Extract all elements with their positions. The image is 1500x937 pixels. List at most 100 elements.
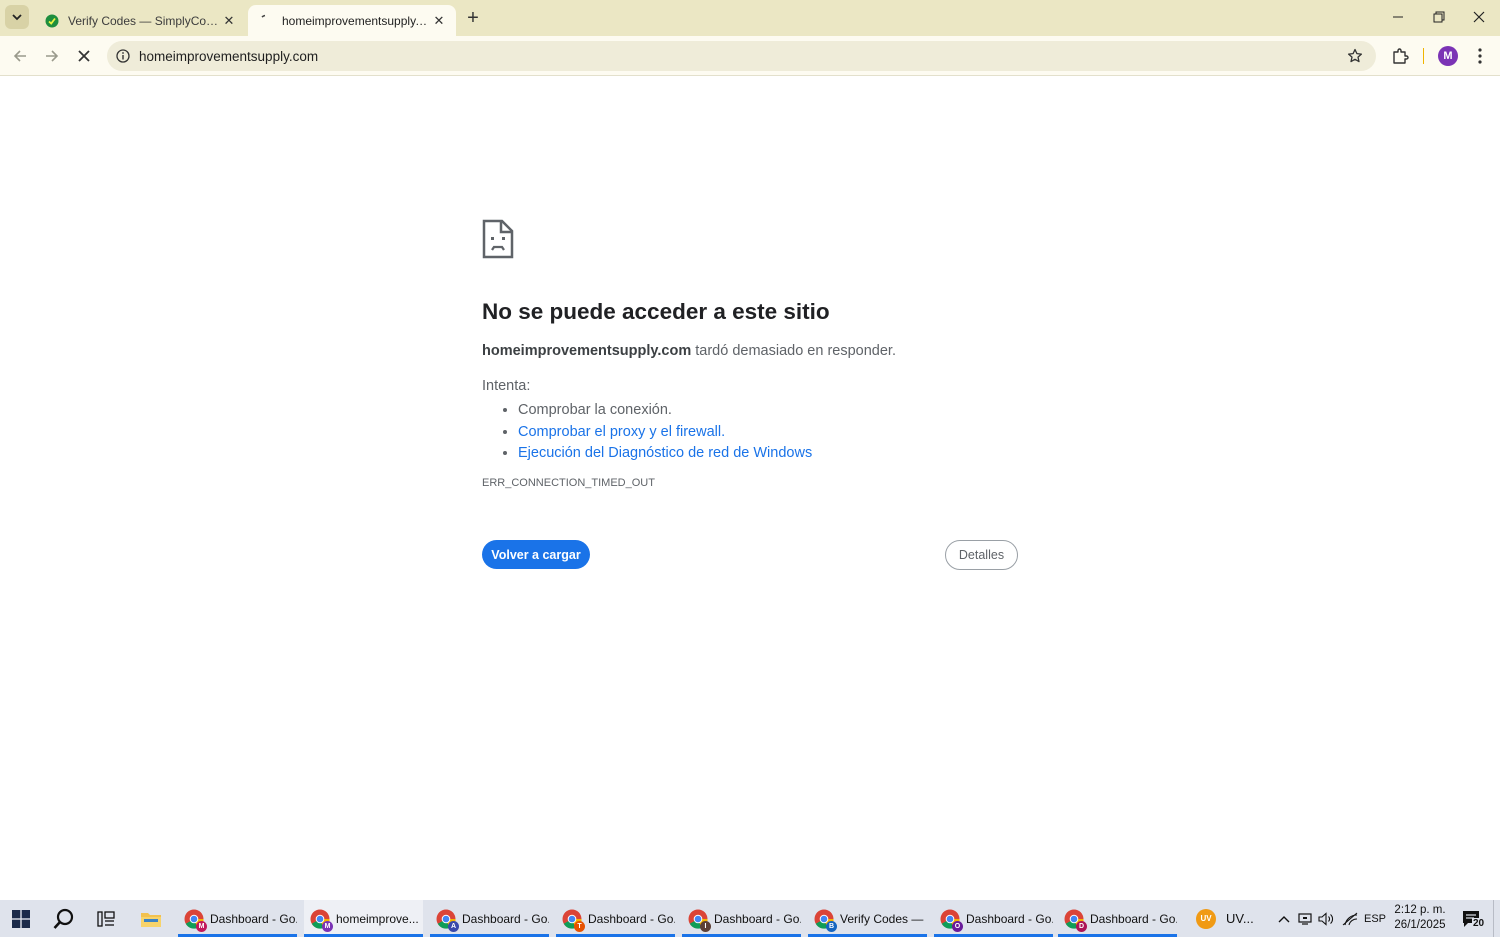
- try-label: Intenta:: [482, 378, 531, 394]
- meet-now-button[interactable]: [1296, 900, 1314, 937]
- tray-app-label: UV...: [1226, 911, 1254, 926]
- chevron-down-icon: [12, 14, 22, 21]
- close-tab-icon[interactable]: ✕: [219, 11, 239, 31]
- restore-button[interactable]: [1418, 0, 1460, 34]
- task-view-icon: [97, 910, 115, 927]
- error-code: ERR_CONNECTION_TIMED_OUT: [482, 477, 655, 489]
- minimize-icon: [1393, 16, 1403, 18]
- taskbar-app-dashboard-6[interactable]: D Dashboard - Go...: [1058, 900, 1177, 937]
- network-button[interactable]: [1340, 900, 1360, 937]
- taskbar-app-label: Verify Codes — ...: [840, 911, 927, 926]
- windows-logo-icon: [12, 909, 30, 928]
- error-container: No se puede acceder a este sitio homeimp…: [482, 219, 1022, 570]
- stop-x-icon: [78, 50, 90, 62]
- tab-homeimprovementsupply[interactable]: homeimprovementsupply.com ✕: [248, 5, 456, 36]
- chrome-icon: B: [814, 909, 837, 932]
- taskbar-app-verify-codes[interactable]: B Verify Codes — ...: [808, 900, 927, 937]
- taskbar-app-homeimprovement[interactable]: M homeimprove...: [304, 900, 423, 937]
- avatar: M: [1438, 46, 1458, 66]
- minimize-button[interactable]: [1377, 0, 1419, 34]
- taskbar-app-label: homeimprove...: [336, 911, 419, 926]
- tab-strip: Verify Codes — SimplyCodes ✕ homeimprove…: [0, 0, 1500, 36]
- taskbar-app-dashboard-3[interactable]: T Dashboard - Go...: [556, 900, 675, 937]
- close-icon: [1473, 11, 1485, 23]
- chevron-up-icon: [1278, 915, 1290, 922]
- tray-app-uv[interactable]: UV UV...: [1196, 900, 1266, 937]
- restore-icon: [1433, 11, 1445, 23]
- profile-badge: I: [700, 920, 711, 932]
- address-bar[interactable]: homeimprovementsupply.com: [107, 41, 1376, 71]
- close-tab-icon[interactable]: ✕: [429, 11, 449, 31]
- reload-button[interactable]: Volver a cargar: [482, 540, 590, 569]
- suggestion-check-proxy-link[interactable]: Comprobar el proxy y el firewall.: [518, 422, 812, 444]
- input-language-button[interactable]: ESP: [1362, 900, 1388, 937]
- task-view-button[interactable]: [85, 900, 127, 937]
- site-info-icon[interactable]: [115, 48, 131, 64]
- show-desktop-button[interactable]: [1493, 900, 1500, 937]
- bookmark-star-icon[interactable]: [1345, 46, 1365, 66]
- taskbar-app-dashboard-2[interactable]: A Dashboard - Go...: [430, 900, 549, 937]
- error-message: homeimprovementsupply.com tardó demasiad…: [482, 343, 896, 359]
- chrome-icon: M: [310, 909, 333, 932]
- suggestion-check-connection: Comprobar la conexión.: [518, 400, 812, 422]
- taskbar-app-dashboard-4[interactable]: I Dashboard - Go...: [682, 900, 801, 937]
- taskbar-app-dashboard-1[interactable]: M Dashboard - Go...: [178, 900, 297, 937]
- notification-count-badge: 20: [1472, 918, 1486, 930]
- back-button[interactable]: [6, 42, 34, 70]
- extensions-button[interactable]: [1388, 44, 1412, 68]
- loading-spinner-icon: [258, 13, 274, 29]
- toolbar-separator: [1423, 48, 1424, 64]
- clock-time: 2:12 p. m.: [1394, 904, 1446, 916]
- start-button[interactable]: [0, 900, 42, 937]
- show-hidden-icons-button[interactable]: [1274, 900, 1294, 937]
- profile-badge: M: [196, 920, 207, 932]
- file-explorer-button[interactable]: [130, 900, 172, 937]
- chrome-icon: D: [1064, 909, 1087, 932]
- browser-menu-button[interactable]: [1468, 44, 1492, 68]
- wifi-icon: [1342, 912, 1358, 925]
- error-message-text: tardó demasiado en responder.: [691, 343, 896, 359]
- search-icon: [53, 908, 74, 929]
- taskbar-app-label: Dashboard - Go...: [1090, 911, 1177, 926]
- taskbar-app-label: Dashboard - Go...: [966, 911, 1053, 926]
- speaker-icon: [1318, 911, 1333, 926]
- profile-badge: A: [448, 920, 459, 932]
- tab-title: homeimprovementsupply.com: [282, 13, 429, 28]
- uv-app-icon: UV: [1196, 908, 1216, 929]
- details-button[interactable]: Detalles: [945, 540, 1018, 570]
- clock[interactable]: 2:12 p. m. 26/1/2025: [1390, 903, 1450, 933]
- taskbar-app-label: Dashboard - Go...: [588, 911, 675, 926]
- suggestion-list: Comprobar la conexión. Comprobar el prox…: [518, 400, 812, 465]
- screen: Verify Codes — SimplyCodes ✕ homeimprove…: [0, 0, 1500, 937]
- error-host: homeimprovementsupply.com: [482, 343, 692, 359]
- search-button[interactable]: [43, 900, 85, 937]
- arrow-left-icon: [13, 50, 26, 62]
- notification-center-button[interactable]: 20: [1460, 908, 1486, 932]
- profile-button[interactable]: M: [1436, 44, 1460, 68]
- sad-page-icon: [482, 219, 514, 259]
- profile-badge: T: [574, 920, 585, 932]
- simplycodes-logo-icon: [44, 13, 60, 29]
- page-content: No se puede acceder a este sitio homeimp…: [0, 77, 1500, 900]
- arrow-right-icon: [46, 50, 59, 62]
- camera-icon: [1298, 912, 1312, 925]
- clock-date: 26/1/2025: [1394, 919, 1446, 931]
- taskbar-app-label: Dashboard - Go...: [210, 911, 297, 926]
- taskbar-app-label: Dashboard - Go...: [714, 911, 801, 926]
- profile-badge: M: [322, 920, 333, 932]
- suggestion-network-diagnostics-link[interactable]: Ejecución del Diagnóstico de red de Wind…: [518, 443, 812, 465]
- tab-search-button[interactable]: [5, 5, 29, 29]
- chrome-icon: M: [184, 909, 207, 932]
- chrome-icon: O: [940, 909, 963, 932]
- stop-loading-button[interactable]: [70, 42, 98, 70]
- url-text[interactable]: homeimprovementsupply.com: [139, 49, 1345, 64]
- taskbar: M Dashboard - Go... M homeimprove... A D…: [0, 900, 1500, 937]
- tab-verify-codes[interactable]: Verify Codes — SimplyCodes ✕: [34, 5, 246, 36]
- volume-button[interactable]: [1316, 900, 1336, 937]
- forward-button[interactable]: [38, 42, 66, 70]
- new-tab-button[interactable]: +: [461, 7, 485, 29]
- close-window-button[interactable]: [1458, 0, 1500, 34]
- chrome-icon: I: [688, 909, 711, 932]
- taskbar-app-dashboard-5[interactable]: O Dashboard - Go...: [934, 900, 1053, 937]
- tab-title: Verify Codes — SimplyCodes: [68, 13, 219, 28]
